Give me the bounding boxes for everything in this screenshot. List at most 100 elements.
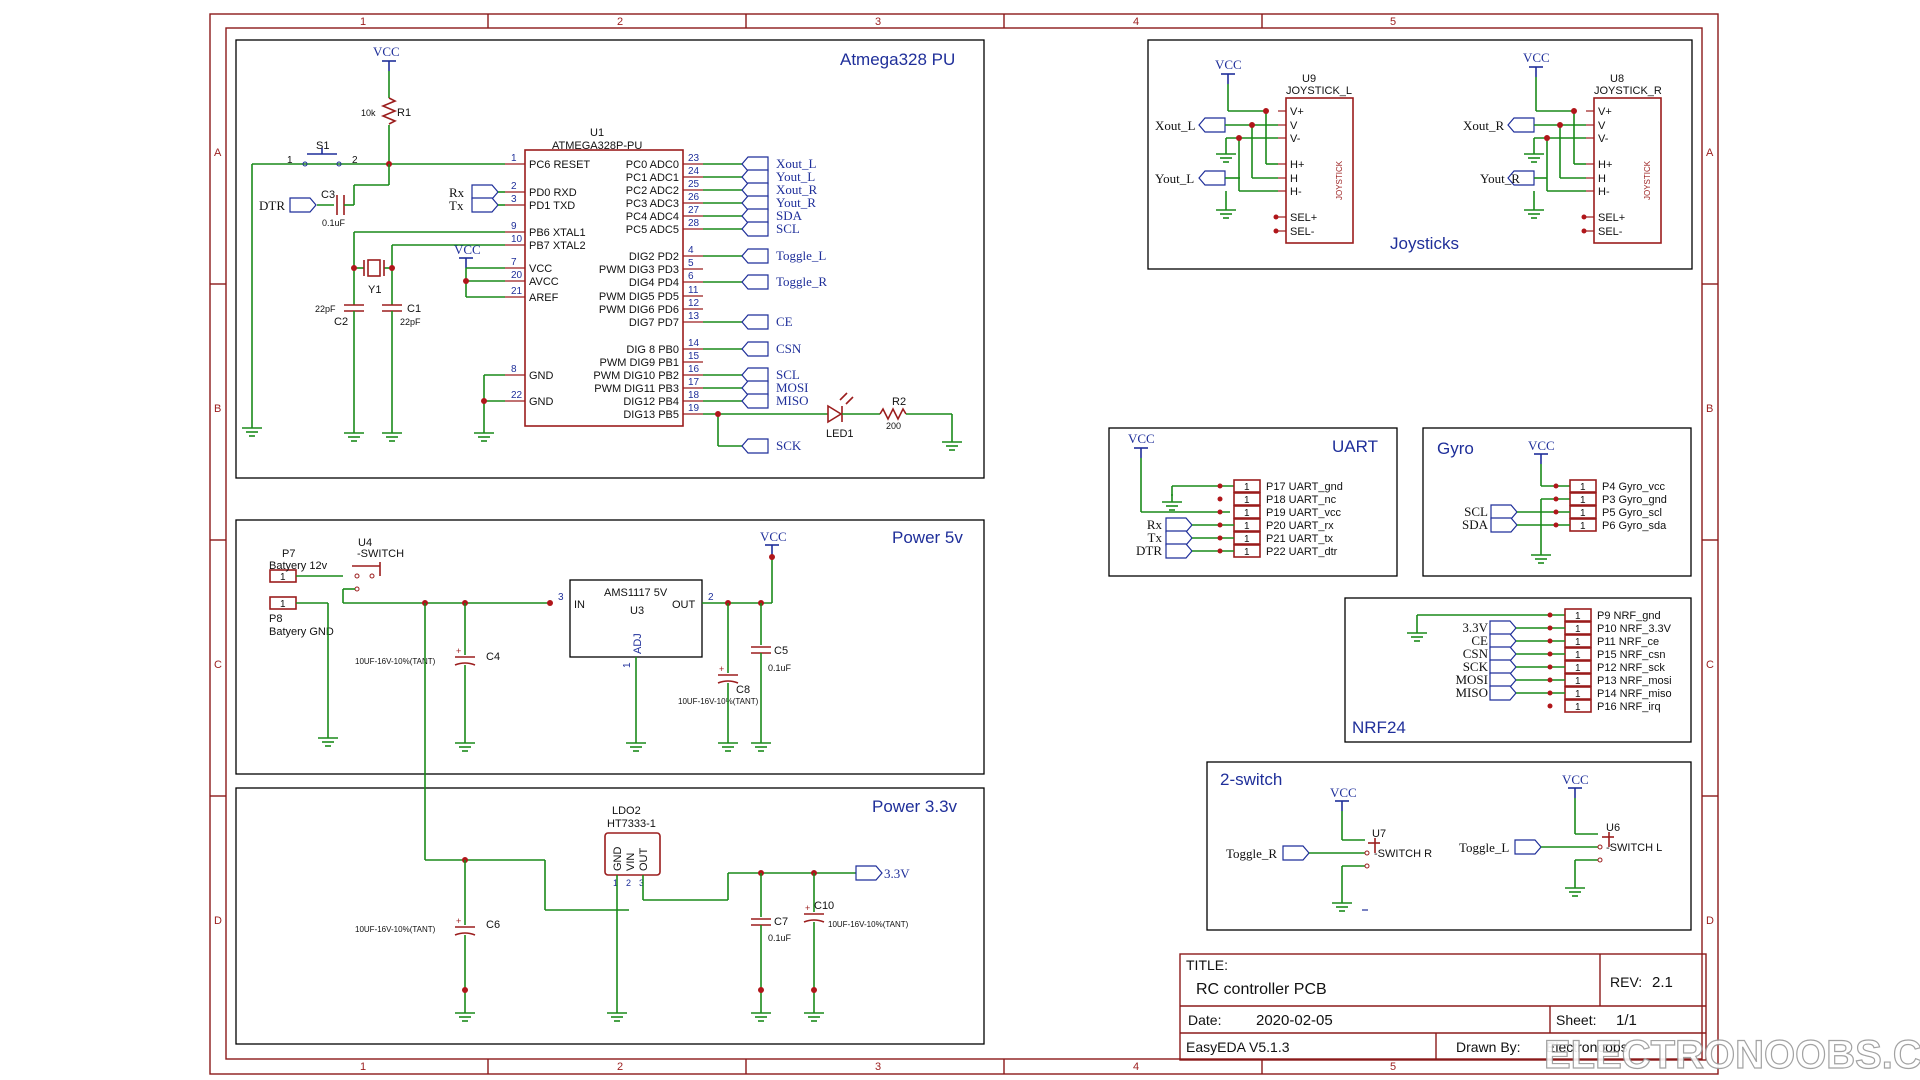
joystick-pin-name: H- — [1598, 186, 1610, 198]
nrf-pin-num: 1 — [1575, 702, 1581, 713]
c5-value: 0.1uF — [768, 663, 792, 673]
nrf-pin-label: P10 NRF_3.3V — [1597, 623, 1672, 635]
mcu-left-pin-name: GND — [529, 396, 554, 408]
xout-l-label: Xout_L — [1155, 118, 1196, 133]
nrf-pin-label: P12 NRF_sck — [1597, 662, 1665, 674]
uart-pin-num: 1 — [1244, 521, 1250, 532]
mcu-right-pin-name: DIG7 PD7 — [629, 317, 679, 329]
c1-value: 22pF — [400, 317, 421, 327]
joystick-pin-name: SEL- — [1598, 226, 1623, 238]
mcu-left-pin-name: PC6 RESET — [529, 159, 590, 171]
uart-pin-label: P20 UART_rx — [1266, 520, 1334, 532]
u3-part: AMS1117 5V — [604, 587, 668, 599]
uart-pin-label: P18 UART_nc — [1266, 494, 1337, 506]
nrf-pin-num: 1 — [1575, 611, 1581, 622]
u7-label: -SWITCH R — [1374, 848, 1432, 860]
u6-label: -SWITCH L — [1606, 842, 1662, 854]
u8-body-label: JOYSTICK — [1643, 160, 1652, 200]
s1-pin1: 1 — [287, 155, 293, 166]
frame-col-bottom-4: 4 — [1133, 1061, 1139, 1073]
u3-pin-in: 3 — [558, 592, 564, 603]
mcu-right-pin-name: PC2 ADC2 — [626, 185, 679, 197]
nrf-net-flag — [1489, 633, 1517, 649]
gyro-connector: VCC 1 P4 Gyro_vcc 1 P3 Gyro_gnd 1 P5 Gyro_scl… — [1462, 438, 1667, 564]
frame-col-bottom-2: 2 — [617, 1061, 623, 1073]
mcu-net-flag — [741, 169, 769, 185]
power5-schematic: 1 1 P7 Batyery 12v P8 Batyery GND U4 -SW… — [269, 529, 792, 860]
c6-value: 10UF-16V-10%(TANT) — [355, 925, 436, 934]
nrf-pin-num: 1 — [1575, 663, 1581, 674]
mcu-right-pin-num: 6 — [688, 271, 694, 282]
gyro-section-title: Gyro — [1437, 439, 1474, 458]
mcu-right-pin-name: PWM DIG9 PB1 — [600, 357, 679, 369]
frame-row-right-D: D — [1706, 915, 1714, 927]
nrf-pin-label: P16 NRF_irq — [1597, 701, 1661, 713]
nrf-net-flag — [1489, 646, 1517, 662]
mcu-right-pin-num: 13 — [688, 311, 700, 322]
uart-pin-label: P21 UART_tx — [1266, 533, 1334, 545]
mcu-net-label: CE — [776, 314, 793, 329]
nrf-pin-label: P13 NRF_mosi — [1597, 675, 1672, 687]
uart-pin-num: 1 — [1244, 534, 1250, 545]
c8-ref: C8 — [736, 684, 750, 696]
ldo-pin-name: VIN — [625, 853, 637, 871]
p7-ref: P7 — [282, 548, 295, 560]
mcu-left-pin-num: 9 — [511, 221, 517, 232]
c4-ref: C4 — [486, 651, 500, 663]
frame-col-bottom-3: 3 — [875, 1061, 881, 1073]
p8-num: 1 — [280, 599, 286, 610]
u4-label: -SWITCH — [357, 548, 404, 560]
power5-section-title: Power 5v — [892, 528, 963, 547]
mcu-left-pin-name: PD1 TXD — [529, 200, 575, 212]
u3-out: OUT — [672, 599, 696, 611]
mcu-net-label: CSN — [776, 341, 802, 356]
joystick-pin-name: SEL+ — [1290, 212, 1317, 224]
r1-value: 10k — [361, 108, 376, 118]
uart-pin-label: P17 UART_gnd — [1266, 481, 1343, 493]
u9-ref: U9 — [1302, 73, 1316, 85]
mcu-left-pin-num: 20 — [511, 270, 523, 281]
c7-ref: C7 — [774, 916, 788, 928]
xout-r-label: Xout_R — [1463, 118, 1505, 133]
gyro-pin-num: 1 — [1580, 482, 1586, 493]
c2-value: 22pF — [315, 304, 336, 314]
joystick-pin-name: V- — [1598, 133, 1609, 145]
date-label: Date: — [1188, 1012, 1221, 1028]
ldo-pin-name: OUT — [638, 848, 650, 872]
joystick-pin-name: H- — [1290, 186, 1302, 198]
mcu-net-flag — [741, 248, 769, 264]
mcu-section-box — [235, 39, 985, 479]
gyro-net-label: SDA — [1462, 517, 1489, 532]
mcu-vcc-label: VCC — [373, 44, 400, 59]
frame-col-top-5: 5 — [1390, 16, 1396, 28]
mcu-left-pin-num: 21 — [511, 286, 523, 297]
c5-ref: C5 — [774, 645, 788, 657]
u9-body-label: JOYSTICK — [1335, 160, 1344, 200]
gyro-pin-label: P5 Gyro_scl — [1602, 507, 1662, 519]
uart-pin-num: 1 — [1244, 482, 1250, 493]
tool-label: EasyEDA V5.1.3 — [1186, 1039, 1290, 1055]
p8-label: Batyery GND — [269, 626, 334, 638]
mcu-right-pin-name: PWM DIG11 PB3 — [594, 383, 679, 395]
frame-row-left-A: A — [214, 147, 222, 159]
u8-part: JOYSTICK_R — [1594, 85, 1662, 97]
nrf-pin-label: P14 NRF_miso — [1597, 688, 1672, 700]
c10-ref: C10 — [814, 900, 834, 912]
c3-ref: C3 — [321, 189, 335, 201]
mcu-right-pin-num: 15 — [688, 351, 700, 362]
gyro-pin-label: P6 Gyro_sda — [1602, 520, 1667, 532]
mcu-right-pin-num: 25 — [688, 179, 700, 190]
frame-col-top-3: 3 — [875, 16, 881, 28]
mcu-net-flag — [741, 156, 769, 172]
title-label: TITLE: — [1186, 957, 1228, 973]
mcu-right-pin-name: PC1 ADC1 — [626, 172, 679, 184]
c6-ref: C6 — [486, 919, 500, 931]
yout-l-label: Yout_L — [1155, 171, 1194, 186]
u7-vcc: VCC — [1330, 785, 1357, 800]
joystick-pin-name: V — [1290, 120, 1298, 132]
c2-ref: C2 — [334, 316, 348, 328]
gyro-net-flag — [1490, 504, 1518, 520]
uart-net-flag — [1165, 543, 1193, 559]
nrf-net-flag — [1489, 659, 1517, 675]
mcu-right-pin-name: DIG13 PB5 — [623, 409, 679, 421]
